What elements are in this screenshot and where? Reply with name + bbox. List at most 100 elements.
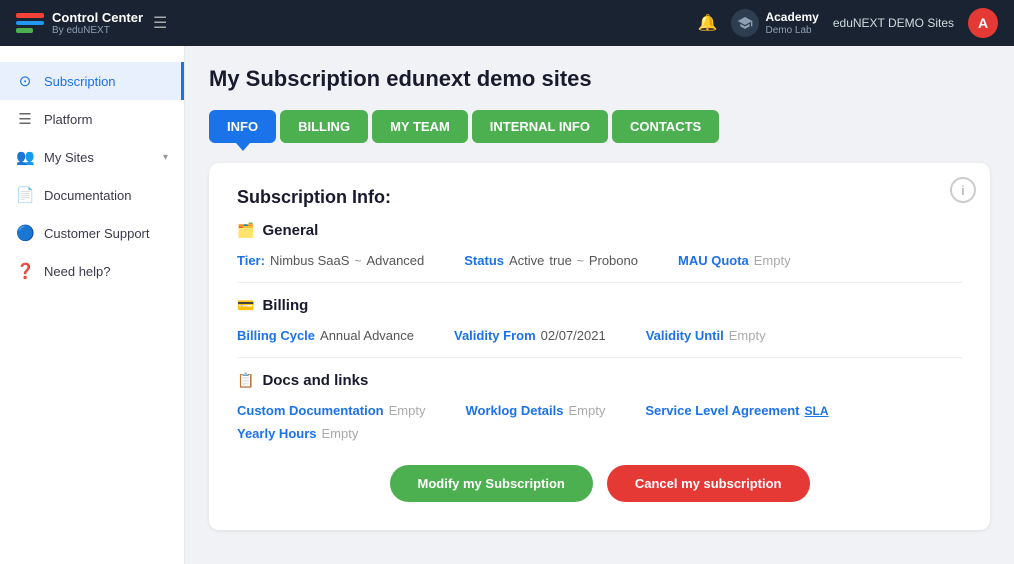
docs-section: 📋 Docs and links Custom Documentation Em… xyxy=(237,372,962,441)
validity-from-value: 02/07/2021 xyxy=(541,328,606,343)
mau-value: Empty xyxy=(754,253,791,268)
tabs-bar: INFO BILLING MY TEAM INTERNAL INFO CONTA… xyxy=(209,110,990,143)
bell-icon[interactable]: 🔔 xyxy=(698,13,718,33)
billing-section: 💳 Billing Billing Cycle Annual Advance V… xyxy=(237,297,962,343)
mysites-arrow: ▾ xyxy=(163,152,168,163)
sidebar-item-need-help[interactable]: ❓ Need help? xyxy=(0,252,184,290)
sla-field: Service Level Agreement SLA xyxy=(645,403,828,418)
academy-sub: Demo Lab xyxy=(765,25,818,36)
sidebar: ⊙ Subscription ☰ Platform 👥 My Sites ▾ 📄… xyxy=(0,46,185,564)
page-title: My Subscription edunext demo sites xyxy=(209,66,990,92)
sidebar-item-documentation[interactable]: 📄 Documentation xyxy=(0,176,184,214)
yearly-hours-field: Yearly Hours Empty xyxy=(237,426,358,441)
main-content: My Subscription edunext demo sites INFO … xyxy=(185,46,1014,564)
card-options-button[interactable]: i xyxy=(950,177,976,203)
customer-support-icon: 🔵 xyxy=(16,224,34,242)
status-dash: ~ xyxy=(577,254,584,268)
academy-name: Academy xyxy=(765,10,818,24)
yearly-hours-value: Empty xyxy=(322,426,359,441)
layout: ⊙ Subscription ☰ Platform 👥 My Sites ▾ 📄… xyxy=(0,46,1014,564)
custom-doc-value: Empty xyxy=(389,403,426,418)
status-label: Status xyxy=(464,253,504,268)
tier-advanced: Advanced xyxy=(366,253,424,268)
general-info-row: Tier: Nimbus SaaS ~ Advanced Status Acti… xyxy=(237,253,962,268)
divider-2 xyxy=(237,357,962,358)
sla-link[interactable]: SLA xyxy=(804,404,828,418)
nav-right: 🔔 Academy Demo Lab eduNEXT DEMO Sites A xyxy=(698,8,998,38)
avatar[interactable]: A xyxy=(968,8,998,38)
sidebar-item-customer-support[interactable]: 🔵 Customer Support xyxy=(0,214,184,252)
subscription-icon: ⊙ xyxy=(16,72,34,90)
general-section: 🗂️ General Tier: Nimbus SaaS ~ Advanced … xyxy=(237,222,962,268)
validity-until-field: Validity Until Empty xyxy=(646,328,766,343)
validity-from-label: Validity From xyxy=(454,328,536,343)
modify-subscription-button[interactable]: Modify my Subscription xyxy=(390,465,593,502)
sidebar-item-mysites[interactable]: 👥 My Sites ▾ xyxy=(0,138,184,176)
worklog-value: Empty xyxy=(568,403,605,418)
sidebar-label-documentation: Documentation xyxy=(44,188,131,203)
validity-until-value: Empty xyxy=(729,328,766,343)
academy-text-block: Academy Demo Lab xyxy=(765,10,818,35)
custom-doc-label: Custom Documentation xyxy=(237,403,384,418)
sidebar-item-subscription[interactable]: ⊙ Subscription xyxy=(0,62,184,100)
platform-icon: ☰ xyxy=(16,110,34,128)
tab-billing[interactable]: BILLING xyxy=(280,110,368,143)
nav-left: Control Center By eduNEXT ☰ xyxy=(16,10,167,37)
documentation-icon: 📄 xyxy=(16,186,34,204)
sidebar-item-platform[interactable]: ☰ Platform xyxy=(0,100,184,138)
custom-doc-field: Custom Documentation Empty xyxy=(237,403,425,418)
sidebar-label-need-help: Need help? xyxy=(44,264,111,279)
tab-info[interactable]: INFO xyxy=(209,110,276,143)
billing-icon: 💳 xyxy=(237,297,254,314)
app-sub: By eduNEXT xyxy=(52,25,143,36)
app-name: Control Center xyxy=(52,10,143,26)
need-help-icon: ❓ xyxy=(16,262,34,280)
logo-icon xyxy=(16,13,44,33)
mau-field: MAU Quota Empty xyxy=(678,253,791,268)
menu-icon[interactable]: ☰ xyxy=(153,13,167,33)
general-icon: 🗂️ xyxy=(237,222,254,239)
tab-contacts[interactable]: CONTACTS xyxy=(612,110,719,143)
academy-block: Academy Demo Lab xyxy=(731,9,818,37)
yearly-hours-label: Yearly Hours xyxy=(237,426,317,441)
status-active: Active xyxy=(509,253,544,268)
worklog-label: Worklog Details xyxy=(465,403,563,418)
logo: Control Center By eduNEXT xyxy=(16,10,143,37)
sidebar-label-subscription: Subscription xyxy=(44,74,116,89)
billing-info-row: Billing Cycle Annual Advance Validity Fr… xyxy=(237,328,962,343)
docs-info-row-2: Yearly Hours Empty xyxy=(237,426,962,441)
sidebar-label-customer-support: Customer Support xyxy=(44,226,150,241)
mysites-icon: 👥 xyxy=(16,148,34,166)
docs-info-row-1: Custom Documentation Empty Worklog Detai… xyxy=(237,403,962,418)
sites-label: eduNEXT DEMO Sites xyxy=(833,16,954,30)
tab-internal[interactable]: INTERNAL INFO xyxy=(472,110,608,143)
top-navigation: Control Center By eduNEXT ☰ 🔔 Academy De… xyxy=(0,0,1014,46)
mau-label: MAU Quota xyxy=(678,253,749,268)
tier-value: Nimbus SaaS xyxy=(270,253,349,268)
card-section-title: Subscription Info: xyxy=(237,187,962,208)
academy-icon xyxy=(731,9,759,37)
worklog-field: Worklog Details Empty xyxy=(465,403,605,418)
tier-dash: ~ xyxy=(354,254,361,268)
sla-label: Service Level Agreement xyxy=(645,403,799,418)
tier-label: Tier: xyxy=(237,253,265,268)
billing-cycle-field: Billing Cycle Annual Advance xyxy=(237,328,414,343)
docs-title: 📋 Docs and links xyxy=(237,372,962,389)
status-field: Status Active true ~ Probono xyxy=(464,253,638,268)
action-buttons: Modify my Subscription Cancel my subscri… xyxy=(237,465,962,502)
billing-title: 💳 Billing xyxy=(237,297,962,314)
cancel-subscription-button[interactable]: Cancel my subscription xyxy=(607,465,810,502)
status-probono: Probono xyxy=(589,253,638,268)
general-title: 🗂️ General xyxy=(237,222,962,239)
tab-myteam[interactable]: MY TEAM xyxy=(372,110,468,143)
divider-1 xyxy=(237,282,962,283)
sidebar-label-platform: Platform xyxy=(44,112,92,127)
docs-icon: 📋 xyxy=(237,372,254,389)
tier-field: Tier: Nimbus SaaS ~ Advanced xyxy=(237,253,424,268)
subscription-card: i Subscription Info: 🗂️ General Tier: Ni… xyxy=(209,163,990,530)
status-true: true xyxy=(549,253,571,268)
sidebar-label-mysites: My Sites xyxy=(44,150,94,165)
billing-cycle-label: Billing Cycle xyxy=(237,328,315,343)
validity-from-field: Validity From 02/07/2021 xyxy=(454,328,606,343)
billing-cycle-value: Annual Advance xyxy=(320,328,414,343)
